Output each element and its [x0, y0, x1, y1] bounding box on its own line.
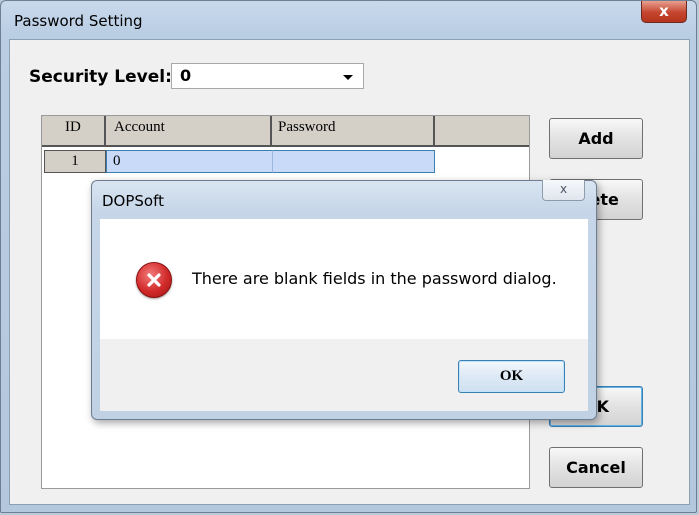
title-bar[interactable]: Password Setting x: [1, 1, 696, 39]
close-button[interactable]: x: [641, 1, 687, 23]
account-cell[interactable]: 0: [106, 150, 272, 173]
security-level-value: 0: [180, 66, 192, 85]
security-level-label: Security Level:: [29, 67, 172, 87]
dialog-close-button[interactable]: x: [542, 180, 585, 201]
chevron-down-icon[interactable]: [343, 75, 353, 80]
dialog-message: There are blank fields in the password d…: [192, 269, 557, 288]
close-icon: x: [659, 2, 669, 20]
row-id-cell: 1: [44, 150, 106, 173]
cancel-button[interactable]: Cancel: [549, 447, 643, 488]
column-header-id[interactable]: ID: [42, 116, 106, 147]
column-header-account[interactable]: Account: [106, 116, 272, 147]
error-dialog: DOPSoft x There are blank fields in the …: [91, 180, 597, 420]
password-cell[interactable]: [272, 150, 435, 173]
column-header-filler: [435, 116, 529, 147]
add-button[interactable]: Add: [549, 118, 643, 159]
dialog-body: There are blank fields in the password d…: [100, 219, 588, 339]
error-icon: [136, 262, 172, 298]
column-header-password[interactable]: Password: [272, 116, 435, 147]
security-level-select[interactable]: 0: [171, 63, 364, 89]
window-title: Password Setting: [14, 12, 143, 30]
close-icon: x: [559, 182, 568, 196]
dialog-footer: OK: [100, 339, 588, 411]
dialog-title: DOPSoft: [102, 192, 164, 210]
dialog-ok-button[interactable]: OK: [458, 360, 565, 393]
